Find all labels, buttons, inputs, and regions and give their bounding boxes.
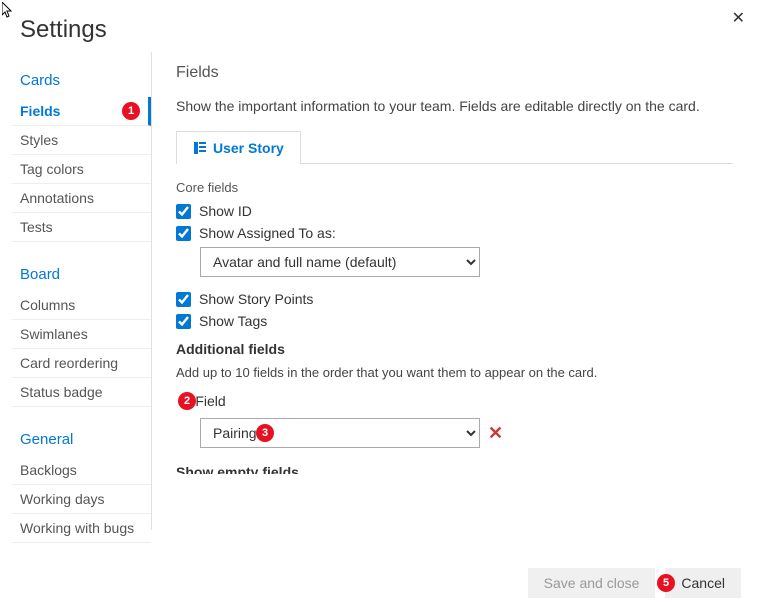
- tab-user-story[interactable]: User Story: [176, 131, 301, 164]
- show-empty-header: Show empty fields: [176, 464, 725, 474]
- callout-3: 3: [256, 424, 274, 442]
- save-button[interactable]: Save and close: [528, 568, 656, 598]
- sidebar-item-tag-colors[interactable]: Tag colors: [12, 155, 151, 184]
- show-story-points-label: Show Story Points: [199, 291, 313, 307]
- cancel-button[interactable]: Cancel: [665, 568, 741, 598]
- page-title: Settings: [0, 0, 761, 52]
- show-story-points-checkbox[interactable]: [176, 292, 191, 307]
- sidebar-header-general[interactable]: General: [12, 423, 151, 456]
- sidebar-item-styles[interactable]: Styles: [12, 126, 151, 155]
- callout-5: 5: [657, 574, 675, 592]
- assigned-to-select[interactable]: Avatar and full name (default): [200, 247, 480, 277]
- core-fields-label: Core fields: [176, 180, 725, 195]
- content-description: Show the important information to your t…: [176, 98, 733, 114]
- sidebar-item-status-badge[interactable]: Status badge: [12, 378, 151, 407]
- sidebar: Cards Fields 1 Styles Tag colors Annotat…: [12, 52, 152, 530]
- footer: Save and close Cancel: [528, 568, 741, 598]
- sidebar-header-cards[interactable]: Cards: [12, 64, 151, 97]
- callout-2: 2: [178, 392, 196, 410]
- show-id-label: Show ID: [199, 203, 252, 219]
- add-field-row[interactable]: + Field 2: [180, 392, 725, 410]
- additional-fields-header: Additional fields: [176, 341, 725, 357]
- additional-fields-desc: Add up to 10 fields in the order that yo…: [176, 365, 725, 380]
- show-assigned-checkbox[interactable]: [176, 226, 191, 241]
- content-heading: Fields: [176, 64, 733, 82]
- delete-field-icon[interactable]: ✕: [488, 423, 503, 444]
- sidebar-item-backlogs[interactable]: Backlogs: [12, 456, 151, 485]
- tab-bar: User Story: [176, 130, 733, 164]
- tab-label: User Story: [213, 140, 284, 156]
- sidebar-header-board[interactable]: Board: [12, 258, 151, 291]
- user-story-icon: [193, 141, 207, 155]
- field-select[interactable]: Pairing: [200, 418, 480, 448]
- sidebar-item-tests[interactable]: Tests: [12, 213, 151, 242]
- sidebar-item-annotations[interactable]: Annotations: [12, 184, 151, 213]
- sidebar-item-working-with-bugs[interactable]: Working with bugs: [12, 514, 151, 543]
- close-icon[interactable]: ✕: [732, 8, 745, 28]
- sidebar-item-working-days[interactable]: Working days: [12, 485, 151, 514]
- show-id-checkbox[interactable]: [176, 204, 191, 219]
- scroll-area[interactable]: Core fields Show ID Show Assigned To as:…: [176, 164, 733, 474]
- show-tags-checkbox[interactable]: [176, 314, 191, 329]
- sidebar-item-swimlanes[interactable]: Swimlanes: [12, 320, 151, 349]
- show-tags-label: Show Tags: [199, 313, 267, 329]
- cursor-icon: [2, 2, 14, 21]
- sidebar-item-card-reordering[interactable]: Card reordering: [12, 349, 151, 378]
- sidebar-item-columns[interactable]: Columns: [12, 291, 151, 320]
- sidebar-item-fields[interactable]: Fields 1: [12, 97, 151, 126]
- show-assigned-label: Show Assigned To as:: [199, 225, 336, 241]
- add-field-label: Field: [195, 393, 225, 409]
- content-pane: Fields Show the important information to…: [152, 52, 761, 530]
- callout-1: 1: [122, 102, 140, 120]
- sidebar-item-label: Fields: [20, 103, 60, 119]
